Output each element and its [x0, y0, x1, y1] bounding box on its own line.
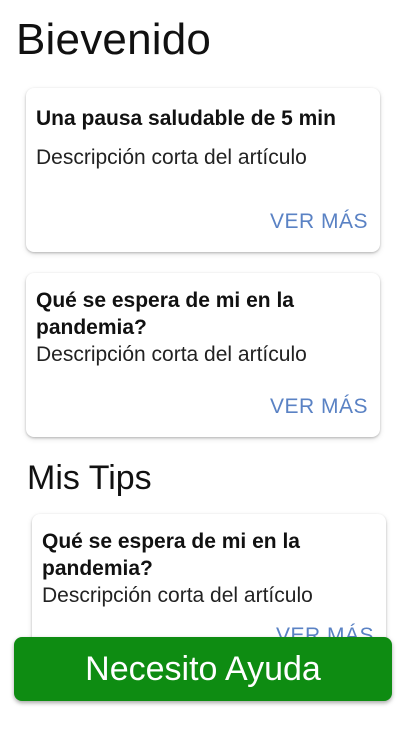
home-screen: Bievenido Una pausa saludable de 5 min D… — [0, 0, 411, 731]
article-description: Descripción corta del artículo — [36, 146, 307, 169]
article-title: Una pausa saludable de 5 min — [36, 107, 336, 130]
article-description: Descripción corta del artículo — [36, 343, 307, 366]
tip-description: Descripción corta del artículo — [42, 584, 313, 607]
article-card[interactable]: Qué se espera de mi en la pandemia? Desc… — [26, 273, 380, 437]
article-title: Qué se espera de mi en la pandemia? — [36, 289, 294, 339]
need-help-button[interactable]: Necesito Ayuda — [14, 637, 392, 701]
tips-section-title: Mis Tips — [27, 459, 152, 497]
page-title: Bievenido — [16, 15, 212, 64]
read-more-button[interactable]: VER MÁS — [270, 210, 368, 234]
tip-title: Qué se espera de mi en la pandemia? — [42, 530, 300, 580]
article-card[interactable]: Una pausa saludable de 5 min Descripción… — [26, 88, 380, 252]
read-more-button[interactable]: VER MÁS — [270, 395, 368, 419]
